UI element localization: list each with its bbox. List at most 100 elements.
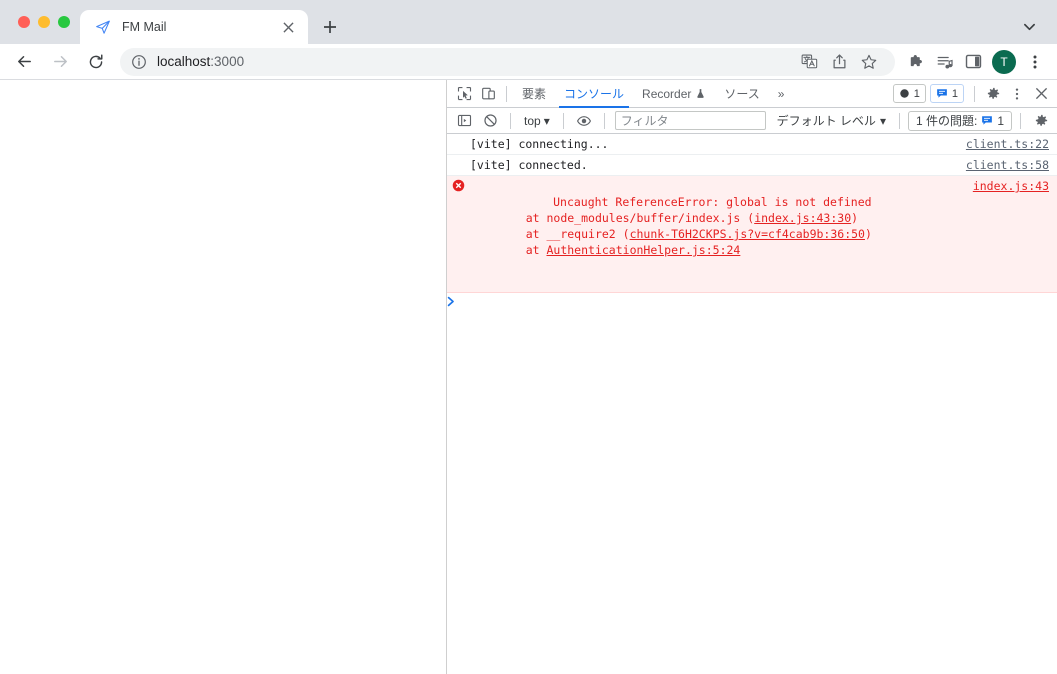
experiment-flask-icon	[695, 88, 706, 99]
divider	[1020, 112, 1021, 129]
reload-button[interactable]	[81, 47, 111, 77]
close-window-button[interactable]	[18, 16, 30, 28]
console-sidebar-icon[interactable]	[452, 109, 476, 133]
clear-console-icon[interactable]	[478, 109, 502, 133]
devtools-tab-bar: 要素 コンソール Recorder ソース » 1 1	[447, 80, 1057, 108]
devtools-tab-console[interactable]: コンソール	[555, 80, 633, 108]
stack-frame: at node_modules/buffer/index.js (index.j…	[470, 210, 965, 226]
console-message-row[interactable]: [vite] connected. client.ts:58	[447, 155, 1057, 176]
inspect-element-icon[interactable]	[452, 82, 476, 106]
back-button[interactable]	[9, 47, 39, 77]
issues-count: 1	[997, 113, 1004, 128]
prompt-chevron-icon	[447, 296, 470, 307]
window-controls	[0, 0, 80, 44]
info-circle-icon[interactable]	[131, 54, 147, 70]
stack-frame-link[interactable]: chunk-T6H2CKPS.js?v=cf4cab9b:36:50	[630, 227, 865, 241]
issues-summary-button[interactable]: 1 件の問題: 1	[907, 110, 1012, 131]
devtools-close-button[interactable]	[1029, 82, 1053, 106]
error-count: 1	[913, 87, 920, 100]
forward-button[interactable]	[45, 47, 75, 77]
stack-frame-prefix: at node_modules/buffer/index.js (	[498, 211, 755, 225]
devtools-more-button[interactable]	[1005, 82, 1029, 106]
console-settings-gear-icon[interactable]	[1029, 109, 1053, 133]
new-tab-button[interactable]	[316, 13, 344, 41]
web-page-viewport[interactable]	[0, 80, 447, 674]
log-level-selector[interactable]: デフォルト レベル ▾	[772, 111, 891, 131]
stack-frame-link[interactable]: index.js:43:30	[754, 211, 851, 225]
console-source-link[interactable]: client.ts:58	[966, 157, 1057, 173]
console-error-body: Uncaught ReferenceError: global is not d…	[470, 178, 973, 290]
console-message-text: [vite] connecting...	[470, 137, 609, 151]
browser-toolbar: localhost:3000 T	[0, 44, 1057, 80]
divider	[506, 85, 507, 102]
console-source-link[interactable]: index.js:43	[973, 178, 1057, 194]
chevron-down-icon: ▾	[879, 113, 886, 128]
console-message-list[interactable]: [vite] connecting... client.ts:22 [vite]…	[447, 134, 1057, 674]
issues-count: 1	[951, 87, 958, 100]
stack-frame-link[interactable]: AuthenticationHelper.js:5:24	[546, 243, 740, 257]
devtools-tab-elements[interactable]: 要素	[513, 80, 555, 108]
message-gutter	[447, 157, 470, 158]
error-circle-icon	[447, 178, 470, 192]
side-panel-icon[interactable]	[959, 48, 987, 76]
console-source-link[interactable]: client.ts:22	[966, 136, 1057, 152]
divider	[603, 112, 605, 129]
address-bar-url: localhost:3000	[157, 54, 244, 69]
context-label: top	[524, 113, 541, 128]
browser-menu-button[interactable]	[1021, 48, 1049, 76]
stack-frame-suffix: )	[864, 227, 872, 241]
translate-icon[interactable]	[795, 48, 823, 76]
live-expression-eye-icon[interactable]	[572, 109, 596, 133]
extensions-puzzle-icon[interactable]	[903, 48, 931, 76]
chevron-down-icon: ▾	[543, 113, 550, 128]
close-tab-button[interactable]	[278, 17, 298, 37]
console-prompt-row[interactable]	[447, 293, 1057, 313]
zoom-window-button[interactable]	[58, 16, 70, 28]
divider	[974, 85, 975, 102]
url-host: localhost	[157, 54, 211, 69]
stack-frame-suffix: )	[851, 211, 859, 225]
gear-icon[interactable]	[981, 82, 1005, 106]
reading-list-icon[interactable]	[931, 48, 959, 76]
bookmark-star-icon[interactable]	[855, 48, 883, 76]
device-toolbar-icon[interactable]	[476, 82, 500, 106]
divider	[898, 112, 900, 129]
devtools-tab-sources[interactable]: ソース	[715, 80, 768, 108]
url-port: :3000	[210, 54, 245, 69]
minimize-window-button[interactable]	[38, 16, 50, 28]
share-icon[interactable]	[825, 48, 853, 76]
tab-search-chevron-down-icon[interactable]	[1015, 12, 1043, 40]
execution-context-selector[interactable]: top ▾	[519, 111, 555, 131]
devtools-tabs-overflow[interactable]: »	[769, 80, 794, 108]
devtools-panel: 要素 コンソール Recorder ソース » 1 1 top ▾ フィルタ デ…	[447, 80, 1057, 674]
console-error-text: Uncaught ReferenceError: global is not d…	[553, 195, 872, 209]
issues-icon	[936, 88, 948, 99]
tab-title: FM Mail	[122, 20, 167, 34]
profile-avatar[interactable]: T	[992, 49, 1016, 74]
stack-frame: at AuthenticationHelper.js:5:24	[470, 242, 965, 258]
stack-frame-prefix: at	[498, 243, 547, 257]
error-dot-icon	[899, 88, 910, 99]
console-toolbar: top ▾ デフォルト レベル ▾ 1 件の	[447, 108, 1057, 134]
tab-label: 要素	[522, 87, 547, 101]
level-label: デフォルト レベル	[776, 114, 876, 128]
address-bar[interactable]: localhost:3000	[120, 47, 895, 76]
issues-text: 1 件の問題:	[915, 114, 978, 128]
divider	[562, 112, 564, 129]
error-count-badge[interactable]: 1	[892, 84, 926, 103]
issues-icon	[981, 115, 993, 126]
message-gutter	[447, 136, 470, 137]
browser-tab[interactable]: FM Mail	[80, 10, 308, 44]
console-error-row[interactable]: Uncaught ReferenceError: global is not d…	[447, 176, 1057, 293]
tab-label: Recorder	[642, 86, 692, 101]
omnibox-actions	[787, 48, 883, 76]
divider	[510, 112, 511, 129]
overflow-label: »	[777, 86, 785, 101]
issues-count-badge[interactable]: 1	[929, 84, 964, 103]
console-message-row[interactable]: [vite] connecting... client.ts:22	[447, 134, 1057, 155]
devtools-tab-recorder[interactable]: Recorder	[633, 80, 715, 108]
browser-window: FM Mail localhost:3000 T 要素 コンソール Record…	[0, 0, 1057, 674]
tab-label: ソース	[724, 87, 760, 101]
console-filter-input[interactable]	[614, 111, 766, 130]
content-area: 要素 コンソール Recorder ソース » 1 1 top ▾ フィルタ デ…	[0, 80, 1057, 674]
